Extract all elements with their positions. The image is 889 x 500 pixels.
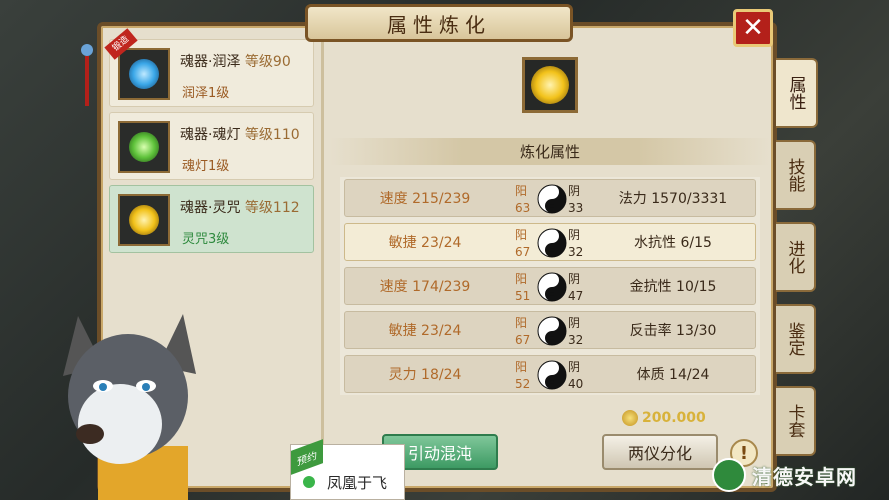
refine-row[interactable]: 速度 215/239 阳 63 阴 33 法力 1570/3331 <box>344 179 756 217</box>
taiji-icon <box>537 272 567 302</box>
watermark-logo-icon <box>712 458 746 492</box>
yin-label: 阳 <box>515 228 528 242</box>
list-item-lingzhou[interactable]: 魂器·灵咒 等级112 灵咒3级 <box>109 185 314 253</box>
reserve-text: 凤凰于飞 <box>327 474 388 492</box>
refine-row[interactable]: 敏捷 23/24 阳 67 阴 32 反击率 13/30 <box>344 311 756 349</box>
yin-value: 67 <box>515 333 531 347</box>
page-title: 属性炼化 <box>387 12 491 37</box>
right-attribute: 金抗性 10/15 <box>629 279 717 295</box>
left-attribute: 速度 215/239 <box>379 191 471 207</box>
yang-label: 阴 <box>568 184 581 198</box>
coin-icon <box>622 410 638 426</box>
selected-item-icon <box>522 57 578 113</box>
cost-display: 200.000 <box>622 410 706 426</box>
left-attribute: 敏捷 23/24 <box>388 235 462 251</box>
right-attribute: 反击率 13/30 <box>629 323 717 339</box>
right-attribute: 水抗性 6/15 <box>634 235 712 251</box>
yang-value: 47 <box>568 289 584 303</box>
runze-icon <box>118 48 170 100</box>
right-attribute: 法力 1570/3331 <box>618 191 728 207</box>
refine-table: 速度 215/239 阳 63 阴 33 法力 1570/3331 敏捷 23/… <box>340 177 760 395</box>
split-button[interactable]: 两仪分化 <box>602 434 718 470</box>
yang-value: 40 <box>568 377 584 391</box>
title-plaque: 属性炼化 <box>305 4 573 42</box>
tab-card-sleeve[interactable]: 卡套 <box>776 386 816 456</box>
watermark-text: 清德安卓网 <box>752 464 857 489</box>
hanging-ornament <box>80 40 94 110</box>
reserve-tag: 预约 <box>291 439 323 475</box>
item-sub: 润泽1级 <box>182 86 230 101</box>
column-divider <box>321 36 324 481</box>
reserve-card[interactable]: 预约 凤凰于飞 <box>290 439 405 500</box>
yang-value: 33 <box>568 201 584 215</box>
list-item-runze[interactable]: 锻造 魂器·润泽 等级90 润泽1级 <box>104 28 314 107</box>
item-name: 魂器·魂灯 等级110 <box>180 127 300 143</box>
taiji-icon <box>537 228 567 258</box>
taiji-icon <box>537 316 567 346</box>
left-attribute: 敏捷 23/24 <box>388 323 462 339</box>
yin-label: 阳 <box>515 360 528 374</box>
yin-value: 51 <box>515 289 531 303</box>
watermark: 清德安卓网 <box>712 458 857 492</box>
left-attribute: 灵力 18/24 <box>388 367 462 383</box>
close-icon: ✕ <box>742 13 764 43</box>
item-name: 魂器·润泽 等级90 <box>180 54 291 70</box>
yin-label: 阳 <box>515 272 528 286</box>
tab-evolve[interactable]: 进化 <box>776 222 816 292</box>
yin-value: 63 <box>515 201 531 215</box>
yin-label: 阳 <box>515 316 528 330</box>
refine-row[interactable]: 灵力 18/24 阳 52 阴 40 体质 14/24 <box>344 355 756 393</box>
close-button[interactable]: ✕ <box>733 9 773 47</box>
yang-label: 阴 <box>568 272 581 286</box>
yang-value: 32 <box>568 333 584 347</box>
right-attribute: 体质 14/24 <box>636 367 710 383</box>
yang-label: 阴 <box>568 316 581 330</box>
refine-row[interactable]: 敏捷 23/24 阳 67 阴 32 水抗性 6/15 <box>344 223 756 261</box>
hundeng-icon <box>118 121 170 173</box>
yang-label: 阴 <box>568 360 581 374</box>
status-dot-icon <box>303 476 315 488</box>
item-sub: 灵咒3级 <box>182 232 230 247</box>
yin-value: 52 <box>515 377 531 391</box>
tab-identify[interactable]: 鉴定 <box>776 304 816 374</box>
yang-value: 32 <box>568 245 584 259</box>
cost-amount: 200.000 <box>642 410 706 426</box>
item-sub: 魂灯1级 <box>182 159 230 174</box>
yin-label: 阳 <box>515 184 528 198</box>
left-attribute: 速度 174/239 <box>379 279 471 295</box>
list-item-hundeng[interactable]: 魂器·魂灯 等级110 魂灯1级 <box>109 112 314 180</box>
item-name: 魂器·灵咒 等级112 <box>180 200 300 216</box>
yang-label: 阴 <box>568 228 581 242</box>
yin-value: 67 <box>515 245 531 259</box>
husky-mascot <box>63 314 196 500</box>
tab-attributes[interactable]: 属性 <box>776 58 818 128</box>
taiji-icon <box>537 184 567 214</box>
taiji-icon <box>537 360 567 390</box>
tab-skills[interactable]: 技能 <box>776 140 816 210</box>
refine-row[interactable]: 速度 174/239 阳 51 阴 47 金抗性 10/15 <box>344 267 756 305</box>
section-title: 炼化属性 <box>330 138 770 165</box>
lingzhou-icon <box>118 194 170 246</box>
